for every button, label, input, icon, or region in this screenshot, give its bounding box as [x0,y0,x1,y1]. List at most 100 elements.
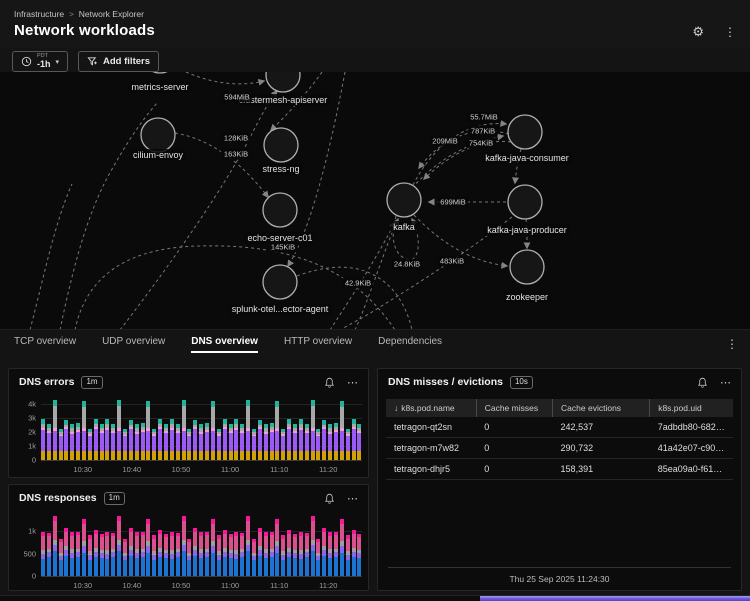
edge-label: 163KiB [221,149,251,160]
edge-label: 55.7MiB [467,112,501,123]
edge-label: 594MiB [221,92,252,103]
chart-bars [41,513,362,576]
panel-title: DNS errors [19,376,74,388]
bottom-window-edge [0,595,750,601]
time-picker-button[interactable]: PDT -1h ▾ [12,51,68,72]
chart-y-axis: 01k2k3k4k [17,397,39,461]
column-header-pod-uid[interactable]: k8s.pod.uid [650,399,733,417]
tab-dns-overview[interactable]: DNS overview [191,336,258,353]
chart-bars [41,397,362,460]
network-topology-graph: metrics-server clustermesh-apiserver cil… [0,72,750,330]
graph-node-metrics-server[interactable] [143,72,177,73]
filter-funnel-icon [87,56,98,67]
graph-node-stress-ng[interactable] [264,128,298,162]
tab-dependencies[interactable]: Dependencies [378,336,442,353]
table-header-row: ↓k8s.pod.name Cache misses Cache evictio… [386,399,733,417]
graph-node-clustermesh-apiserver[interactable] [266,72,300,92]
interval-badge: 1m [104,492,125,505]
chart-plot [41,397,362,461]
table-cell: 41a42e07-c903-4d25-a... [650,438,733,459]
dns-misses-evictions-panel: DNS misses / evictions 10s ⋯ ↓k8s.pod.na… [377,368,742,591]
breadcrumb-separator: > [69,10,74,19]
app-header: Infrastructure > Network Explorer Networ… [0,0,750,48]
table-cell: 85ea09a0-f618-44e1-8... [650,459,733,480]
edge-label: 787KiB [468,126,498,137]
page-title: Network workloads [14,22,155,39]
table-row[interactable]: tetragon-m7w820290,73241a42e07-c903-4d25… [386,438,733,459]
table-row[interactable]: tetragon-dhjr50158,39185ea09a0-f618-44e1… [386,459,733,480]
edge-label: 754KiB [466,138,496,149]
table-cell: 0 [476,459,552,480]
bell-icon[interactable] [324,493,335,505]
chart-plot [41,513,362,577]
settings-gear-icon[interactable]: ⚙ [692,24,704,40]
column-header-cache-misses[interactable]: Cache misses [476,399,552,417]
table-cell: 7adbdb80-682d-419c-b... [650,417,733,438]
breadcrumb-network-explorer[interactable]: Network Explorer [79,9,144,19]
breadcrumb-infrastructure[interactable]: Infrastructure [14,9,64,19]
panel-title: DNS responses [19,492,97,504]
sort-desc-icon: ↓ [394,403,398,413]
table-cell: 158,391 [553,459,650,480]
edge-label: 128KiB [221,133,251,144]
dns-errors-panel: DNS errors 1m ⋯ 01k2k3k4k 10:3010:4010:5… [8,368,369,478]
panel-kebab-menu-icon[interactable]: ⋯ [347,380,358,387]
edge-label: 42.9KiB [342,278,374,289]
graph-canvas [0,72,750,330]
node-label: zookeeper [503,291,551,303]
add-filters-label: Add filters [103,56,150,67]
column-header-pod-name[interactable]: ↓k8s.pod.name [386,399,476,417]
bell-icon[interactable] [697,377,708,389]
clock-icon [21,56,32,67]
interval-badge: 10s [510,376,533,389]
chart-y-axis: 05001k [17,513,39,577]
edge-label: 699MiB [437,197,468,208]
node-label: kafka [390,221,418,233]
interval-badge: 1m [81,376,102,389]
table-cell: 0 [476,438,552,459]
tab-http-overview[interactable]: HTTP overview [284,336,352,353]
column-header-cache-evictions[interactable]: Cache evictions [553,399,650,417]
table-cell: tetragon-qt2sn [386,417,476,438]
table-cell: tetragon-dhjr5 [386,459,476,480]
add-filters-button[interactable]: Add filters [78,51,159,72]
panel-title: DNS misses / evictions [388,376,503,388]
toolbar: PDT -1h ▾ Add filters [12,51,159,72]
tab-udp-overview[interactable]: UDP overview [102,336,165,353]
node-label: cilium-envoy [130,149,186,161]
background-window-edge [480,596,750,601]
table-cell: 290,732 [553,438,650,459]
graph-node-zookeeper[interactable] [510,250,544,284]
tab-tcp-overview[interactable]: TCP overview [14,336,76,353]
edge-label: 145KiB [268,242,298,253]
node-label: stress-ng [259,163,302,175]
header-kebab-menu-icon[interactable]: ⋮ [724,25,736,39]
node-label: kafka-java-producer [484,224,570,236]
edge-label: 209MiB [429,136,460,147]
dns-responses-panel: DNS responses 1m ⋯ 05001k 10:3010:4010:5… [8,484,369,591]
bell-icon[interactable] [324,377,335,389]
table-row[interactable]: tetragon-qt2sn0242,5377adbdb80-682d-419c… [386,417,733,438]
edge-label: 483KiB [437,256,467,267]
breadcrumb: Infrastructure > Network Explorer [14,9,144,19]
graph-node-kafka-java-consumer[interactable] [508,115,542,149]
node-label: metrics-server [128,81,191,93]
table-body: tetragon-qt2sn0242,5377adbdb80-682d-419c… [386,417,733,480]
panel-kebab-menu-icon[interactable]: ⋯ [347,496,358,503]
node-label: splunk-otel...ector-agent [229,303,332,315]
graph-node-splunk-otel-collector-agent[interactable] [263,265,297,299]
graph-node-echo-server-c01[interactable] [263,193,297,227]
edge-label: 24.8KiB [391,259,423,270]
graph-node-cilium-envoy[interactable] [141,118,175,152]
table-footer-timestamp: Thu 25 Sep 2025 11:24:30 [388,567,731,584]
table-cell: 242,537 [553,417,650,438]
dns-misses-table: ↓k8s.pod.name Cache misses Cache evictio… [386,399,733,480]
tabs-kebab-menu-icon[interactable]: ⋮ [726,337,738,351]
chevron-down-icon: ▾ [56,58,60,66]
panel-kebab-menu-icon[interactable]: ⋯ [720,380,731,387]
overview-tabs: TCP overview UDP overview DNS overview H… [0,331,750,357]
node-label: kafka-java-consumer [482,152,572,164]
table-cell: tetragon-m7w82 [386,438,476,459]
graph-node-kafka[interactable] [387,183,421,217]
graph-node-kafka-java-producer[interactable] [508,185,542,219]
